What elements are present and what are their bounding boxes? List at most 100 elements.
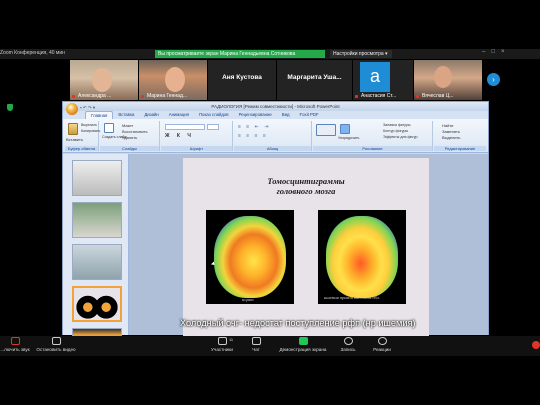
- shape-fill-button[interactable]: Заливка фигуры: [383, 123, 410, 127]
- slide-thumbnails-panel[interactable]: [63, 154, 129, 336]
- ribbon: Вставить Вырезать Копировать Буфер обмен…: [63, 119, 488, 153]
- paste-button[interactable]: Вставить: [66, 137, 83, 142]
- copy-button[interactable]: Копировать: [81, 129, 100, 133]
- participant-name: Вячеслав Ц...: [422, 93, 454, 99]
- layout-button[interactable]: Макет: [122, 123, 133, 128]
- font-size-field[interactable]: [207, 124, 219, 130]
- participant-tile[interactable]: Аня Кустова: [208, 60, 276, 100]
- slide-thumbnail[interactable]: [72, 202, 122, 238]
- brain-scan-normal: норма: [206, 210, 294, 304]
- camera-icon: [51, 337, 61, 345]
- group-label: Абзац: [234, 146, 311, 151]
- shape-outline-button[interactable]: Контур фигуры: [383, 129, 408, 133]
- participant-tile[interactable]: Вячеслав Ц...: [414, 60, 482, 100]
- current-slide: Томосцинтиграммы головного мозга норма и…: [183, 158, 429, 339]
- scan-image: [214, 216, 286, 298]
- zoom-toolbar: [0, 336, 540, 356]
- slide-title: Томосцинтиграммы головного мозга: [183, 176, 429, 196]
- arrange-icon[interactable]: [340, 124, 350, 134]
- slides-group: Создать слайд Макет Восстановить Удалить…: [100, 121, 160, 151]
- chat-button[interactable]: Чат: [248, 337, 264, 352]
- scan-image: [326, 216, 398, 298]
- mic-muted-icon: [72, 95, 75, 98]
- editing-group: Найти Заменить Выделить Редактирование: [434, 121, 486, 151]
- screen-share-banner: Вы просматриваете экран Марина Геннадьев…: [155, 50, 325, 58]
- participant-name: Марина Геннад...: [147, 93, 188, 99]
- security-shield-icon: [7, 104, 13, 111]
- ppt-window-title: РАДИОЛОГИЯ [Режим совместимости] - Micro…: [211, 104, 340, 109]
- font-group: Ж К Ч Шрифт: [161, 121, 233, 151]
- maximize-icon[interactable]: □: [491, 49, 501, 55]
- slide-title-line1: Томосцинтиграммы: [267, 176, 345, 186]
- list-buttons[interactable]: ≡ ≡ ⇤ ⇥: [238, 124, 270, 130]
- scan-caption-left: норма: [242, 297, 254, 302]
- new-slide-icon[interactable]: [104, 123, 114, 133]
- font-name-field[interactable]: [165, 124, 205, 130]
- align-buttons[interactable]: ≡ ≡ ≡ ≡: [238, 133, 268, 139]
- mic-muted-icon: [416, 95, 419, 98]
- delete-slide-button[interactable]: Удалить: [122, 135, 137, 140]
- participant-tile[interactable]: Александра ...: [70, 60, 138, 100]
- zoom-window-title: Zoom Конференция, 40 мин: [0, 50, 65, 56]
- participant-tile[interactable]: a Анастасия Ст...: [353, 60, 413, 100]
- paste-icon[interactable]: [68, 123, 78, 135]
- group-label: Шрифт: [161, 146, 232, 151]
- stop-video-button[interactable]: Остановить видео: [33, 337, 79, 352]
- unmute-button[interactable]: ...лючить звук: [0, 337, 32, 352]
- brain-scan-ischemia: ишемия правой височной обл.: [318, 210, 406, 304]
- tab-home[interactable]: Главная: [85, 111, 114, 119]
- font-style-buttons[interactable]: Ж К Ч: [165, 133, 194, 139]
- quick-access-toolbar[interactable]: ▪ ↶ ↷ ▾: [80, 103, 95, 112]
- tab-slideshow[interactable]: Показ слайдов: [194, 111, 234, 119]
- participants-button[interactable]: Участники: [206, 337, 238, 352]
- drawing-group: Упорядочить Заливка фигуры Контур фигуры…: [313, 121, 433, 151]
- slide-thumbnail-selected[interactable]: [72, 286, 122, 322]
- reset-button[interactable]: Восстановить: [122, 129, 148, 134]
- participants-icon: [217, 337, 227, 345]
- record-button[interactable]: Запись: [338, 337, 358, 352]
- next-page-button[interactable]: ›: [487, 73, 500, 86]
- slide-thumbnail[interactable]: [72, 160, 122, 196]
- replace-button[interactable]: Заменить: [442, 129, 460, 134]
- slide-title-line2: головного мозга: [276, 186, 336, 196]
- tab-insert[interactable]: Вставка: [113, 111, 139, 119]
- select-button[interactable]: Выделить: [442, 135, 460, 140]
- record-icon: [343, 337, 353, 345]
- end-meeting-button[interactable]: [532, 341, 540, 349]
- shapes-gallery-icon[interactable]: [316, 124, 336, 136]
- participant-count: 11: [229, 337, 234, 342]
- avatar: a: [360, 62, 390, 92]
- group-label: Буфер обмена: [65, 146, 98, 151]
- window-controls[interactable]: –□×: [482, 49, 510, 55]
- ppt-title-bar: ▪ ↶ ↷ ▾ РАДИОЛОГИЯ [Режим совместимости]…: [63, 102, 488, 111]
- tab-foxit-pdf[interactable]: Foxit PDF: [295, 111, 324, 119]
- tab-animation[interactable]: Анимация: [164, 111, 194, 119]
- shape-effects-button[interactable]: Эффекты для фигур: [383, 135, 418, 139]
- overlay-caption: Холодный очг- недостат поступление рфп (…: [180, 318, 416, 328]
- share-screen-button[interactable]: Демонстрация экрана: [276, 337, 330, 352]
- find-button[interactable]: Найти: [442, 123, 453, 128]
- participant-name: Александра ...: [78, 93, 112, 99]
- view-options-button[interactable]: Настройки просмотра ▾: [330, 50, 392, 58]
- participant-tile[interactable]: Маргарита Уша...: [277, 60, 352, 100]
- participant-name: Маргарита Уша...: [287, 74, 342, 81]
- participant-video: [434, 66, 452, 88]
- reactions-icon: [377, 337, 387, 345]
- mic-muted-icon: [355, 95, 358, 98]
- close-icon[interactable]: ×: [501, 49, 511, 55]
- chat-icon: [251, 337, 261, 345]
- tab-view[interactable]: Вид: [277, 111, 295, 119]
- slide-thumbnail[interactable]: [72, 328, 122, 336]
- minimize-icon[interactable]: –: [482, 49, 491, 55]
- tab-design[interactable]: Дизайн: [139, 111, 163, 119]
- reactions-button[interactable]: Реакции: [370, 337, 394, 352]
- participant-name: Анастасия Ст...: [361, 93, 397, 99]
- slide-thumbnail[interactable]: [72, 244, 122, 280]
- arrange-button[interactable]: Упорядочить: [338, 136, 359, 140]
- cut-button[interactable]: Вырезать: [81, 123, 97, 127]
- office-button[interactable]: [66, 103, 78, 115]
- participant-tile[interactable]: Марина Геннад...: [139, 60, 207, 100]
- ppt-workspace: Томосцинтиграммы головного мозга норма и…: [63, 154, 488, 339]
- tab-review[interactable]: Рецензирование: [234, 111, 277, 119]
- ribbon-tabs: Главная Вставка Дизайн Анимация Показ сл…: [63, 111, 488, 119]
